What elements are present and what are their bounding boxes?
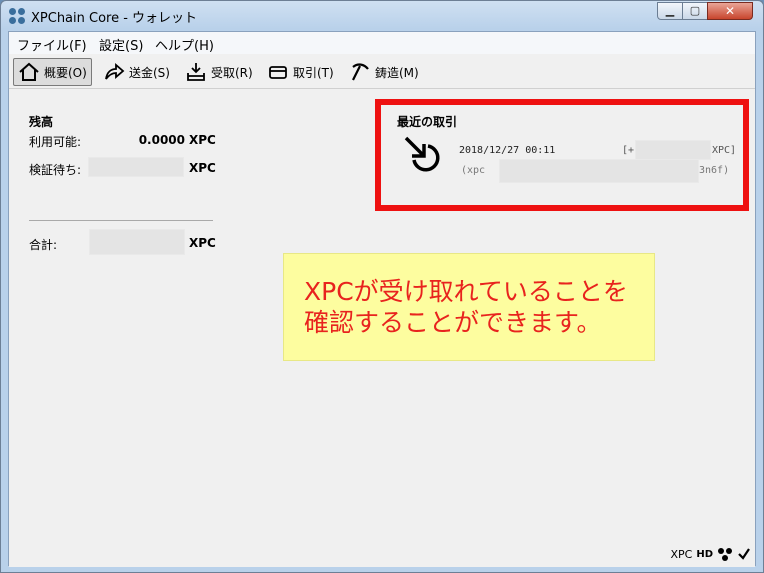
mint-tab-label: 鋳造(M) (375, 65, 419, 80)
transactions-tab-label: 取引(T) (293, 65, 334, 80)
balance-divider (29, 220, 213, 221)
annotation-callout: XPCが受け取れていることを確認することができます。 (283, 253, 655, 361)
available-label: 利用可能: (29, 135, 82, 149)
maximize-button[interactable]: ▢ (682, 2, 708, 20)
annotation-text: XPCが受け取れていることを確認することができます。 (304, 277, 628, 337)
receive-tab-label: 受取(R) (211, 65, 253, 80)
menu-file[interactable]: ファイル(F) (17, 35, 87, 54)
available-unit: XPC (189, 133, 216, 147)
transaction-date[interactable]: 2018/12/27 00:11 (459, 145, 555, 156)
menu-bar: ファイル(F) 設定(S) ヘルプ(H) (9, 32, 755, 54)
status-unit[interactable]: XPC (670, 548, 692, 561)
mint-tab[interactable]: 鋳造(M) (345, 58, 423, 86)
minimize-button[interactable]: ▁ (657, 2, 683, 20)
transaction-amount-suffix: XPC] (712, 145, 737, 156)
window-title: XPChain Core - ウォレット (31, 11, 198, 26)
status-bar: XPC HD (670, 547, 751, 561)
toolbar: 概要(O) 送金(S) 受取(R) 取引(T) 鋳造(M) (9, 55, 755, 89)
total-unit: XPC (189, 236, 216, 250)
pending-value-redacted (88, 157, 184, 177)
total-label: 合計: (29, 238, 58, 252)
transaction-address-redacted (499, 159, 699, 183)
transaction-address-prefix: (xpc (461, 165, 486, 176)
transaction-address-suffix: 3n6f) (699, 165, 730, 176)
home-icon (19, 62, 39, 81)
transaction-amount-redacted (635, 140, 711, 160)
incoming-transaction-icon (404, 136, 440, 172)
transaction-amount-prefix: [+ (622, 145, 635, 156)
receive-tab[interactable]: 受取(R) (181, 58, 257, 86)
app-window: XPChain Core - ウォレット ▁ ▢ ✕ ファイル(F) 設定(S)… (0, 0, 764, 573)
menu-settings[interactable]: 設定(S) (99, 35, 143, 54)
close-button[interactable]: ✕ (707, 2, 753, 20)
overview-tab-label: 概要(O) (44, 65, 87, 80)
pending-unit: XPC (189, 161, 216, 175)
title-bar[interactable]: XPChain Core - ウォレット ▁ ▢ ✕ (1, 1, 763, 31)
menu-help[interactable]: ヘルプ(H) (155, 35, 214, 54)
send-arrow-icon (105, 63, 125, 80)
receive-tray-icon (187, 63, 205, 81)
send-tab-label: 送金(S) (129, 65, 170, 80)
client-area: ファイル(F) 設定(S) ヘルプ(H) 概要(O) 送金(S) 受取(R) 取… (8, 31, 756, 567)
overview-page: 残高 利用可能: 0.0000 XPC 検証待ち: XPC 合計: XPC 最近… (9, 90, 755, 567)
transactions-tab[interactable]: 取引(T) (263, 58, 338, 86)
card-icon (269, 66, 287, 79)
xpchain-logo-icon (9, 8, 25, 24)
overview-tab[interactable]: 概要(O) (13, 58, 92, 86)
pickaxe-icon (352, 63, 369, 81)
network-icon[interactable] (717, 547, 733, 561)
pending-label: 検証待ち: (29, 163, 82, 177)
total-value-redacted (89, 229, 185, 255)
send-tab[interactable]: 送金(S) (99, 58, 174, 86)
balance-title: 残高 (29, 115, 54, 129)
hd-badge: HD (696, 548, 713, 560)
recent-transactions-title: 最近の取引 (397, 115, 458, 129)
available-value: 0.0000 (138, 133, 185, 147)
synced-check-icon[interactable] (737, 547, 751, 561)
